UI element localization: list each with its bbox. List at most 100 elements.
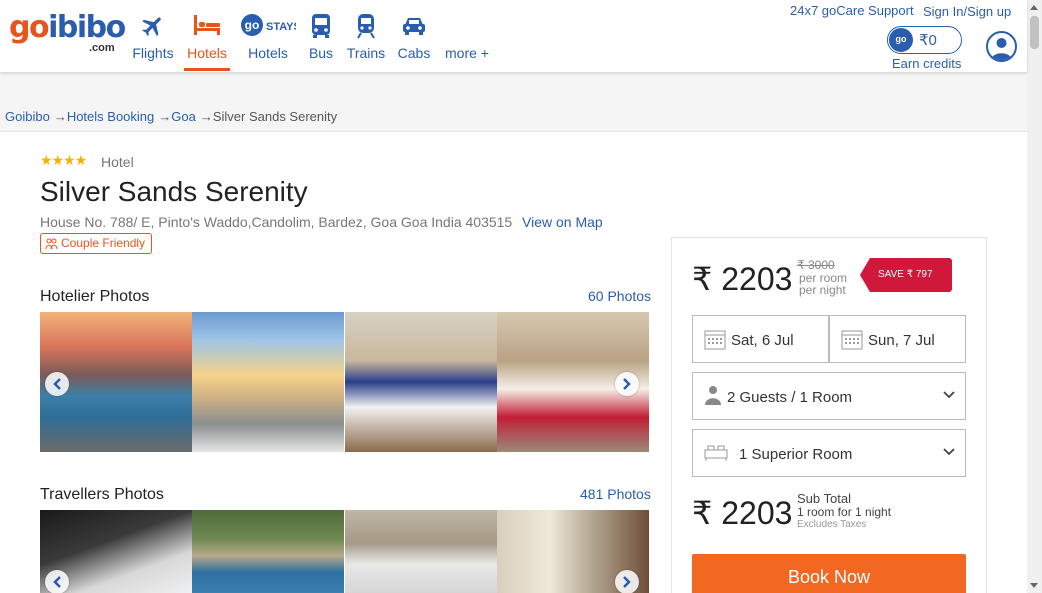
couple-friendly-label: Couple Friendly: [61, 236, 146, 250]
car-icon: [403, 18, 425, 35]
gostays-icon: go STAYS: [241, 14, 296, 36]
price-value: 2203: [721, 261, 793, 297]
hotelier-photo-carousel: [40, 312, 649, 452]
breadcrumb-goibibo[interactable]: Goibibo: [5, 109, 50, 124]
chevron-right-icon: [623, 576, 631, 588]
subtotal-value: 2203: [721, 495, 793, 531]
earn-credits-link[interactable]: Earn credits: [892, 56, 961, 71]
checkin-date-value: Sat, 6 Jul: [731, 332, 794, 349]
traveller-photos-count-link[interactable]: 481 Photos: [580, 486, 651, 502]
nav-more[interactable]: more +: [442, 13, 492, 71]
scroll-thumb[interactable]: [1030, 16, 1039, 49]
guests-rooms-value: 2 Guests / 1 Room: [727, 389, 853, 406]
checkout-date-value: Sun, 7 Jul: [868, 332, 935, 349]
calendar-icon: [841, 330, 863, 350]
guests-rooms-select[interactable]: 2 Guests / 1 Room: [692, 372, 966, 420]
logo-go-text: go: [9, 10, 50, 45]
nav-more-label: more +: [445, 45, 489, 61]
per-night-label: per night: [799, 283, 846, 297]
wallet-balance[interactable]: go ₹0: [887, 26, 962, 54]
currency-symbol: ₹: [692, 261, 713, 297]
room-type-value: 1 Superior Room: [739, 446, 853, 463]
book-now-button[interactable]: Book Now: [692, 554, 966, 593]
breadcrumb-arrow: →: [53, 109, 67, 124]
chevron-left-icon: [53, 576, 61, 588]
couple-icon: [45, 238, 58, 250]
goibibo-logo[interactable]: goibibo .com: [9, 10, 126, 55]
nav-cabs[interactable]: Cabs: [396, 13, 432, 71]
airplane-icon: [142, 17, 161, 36]
chevron-down-icon: [943, 391, 955, 399]
excludes-taxes-note: Excludes Taxes: [797, 519, 867, 530]
bus-icon: [312, 14, 330, 38]
room-type-select[interactable]: 1 Superior Room: [692, 429, 966, 477]
view-on-map-link[interactable]: View on Map: [522, 214, 603, 230]
logo-ibibo-text: ibibo: [48, 10, 126, 45]
couple-friendly-badge: Couple Friendly: [40, 233, 153, 254]
user-avatar-icon[interactable]: [986, 31, 1017, 62]
nav-bus-label: Bus: [308, 45, 334, 61]
site-header: goibibo .com Flights Hotels go STAYS Hot…: [0, 0, 1027, 73]
save-badge: SAVE ₹ 797: [860, 258, 952, 292]
room-bed-icon: [704, 445, 728, 461]
nav-gostays-label: Hotels: [248, 45, 288, 61]
nav-flights-label: Flights: [132, 45, 174, 61]
wallet-amount: ₹0: [919, 32, 937, 49]
nav-bus[interactable]: Bus: [306, 13, 336, 71]
photo-rooftop-terrace[interactable]: [192, 312, 344, 452]
traveller-photos-title: Travellers Photos: [40, 486, 164, 503]
photo-traveller-bathroom[interactable]: [345, 510, 497, 593]
traveller-photo-carousel: [40, 510, 649, 593]
calendar-icon: [704, 330, 726, 350]
signin-link[interactable]: Sign In/Sign up: [923, 4, 1011, 19]
breadcrumb-arrow: →: [199, 109, 213, 124]
photo-traveller-pool[interactable]: [192, 510, 344, 593]
nav-trains[interactable]: Trains: [346, 13, 386, 71]
star-rating: ★★★★: [40, 152, 87, 168]
logo-com-text: .com: [89, 42, 115, 54]
photo-blue-bedroom[interactable]: [345, 312, 497, 452]
chevron-right-icon: [623, 378, 631, 390]
hotelier-photos-count-link[interactable]: 60 Photos: [588, 288, 651, 304]
bed-icon: [194, 15, 220, 35]
person-icon: [705, 386, 721, 405]
breadcrumb: Goibibo →Hotels Booking →Goa →Silver Sands …: [5, 109, 337, 124]
hotelier-photos-title: Hotelier Photos: [40, 288, 150, 305]
nav-flights[interactable]: Flights: [132, 13, 174, 71]
chevron-left-icon: [53, 378, 61, 390]
nav-trains-label: Trains: [346, 45, 386, 61]
page-scrollbar[interactable]: [1027, 0, 1042, 593]
nav-gostays[interactable]: go STAYS Hotels: [240, 13, 296, 71]
breadcrumb-hotels-booking[interactable]: Hotels Booking: [67, 109, 154, 124]
breadcrumb-current: Silver Sands Serenity: [212, 109, 338, 124]
subtotal-detail: 1 room for 1 night: [797, 505, 892, 519]
hotel-type-label: Hotel: [101, 154, 134, 170]
nav-hotels[interactable]: Hotels: [184, 13, 230, 71]
booking-widget: ₹ 2203 ₹ 3000 per room per night SAVE ₹ …: [671, 237, 987, 593]
scroll-down-arrow-icon[interactable]: [1030, 583, 1038, 588]
hotel-name: Silver Sands Serenity: [40, 176, 308, 207]
svg-text:go: go: [245, 18, 260, 32]
svg-text:STAYS: STAYS: [266, 21, 296, 33]
checkout-date-field[interactable]: Sun, 7 Jul: [829, 315, 966, 363]
hotelier-carousel-next-button[interactable]: [615, 372, 639, 396]
gocash-icon: go: [889, 28, 913, 52]
breadcrumb-arrow: →: [158, 109, 172, 124]
checkin-date-field[interactable]: Sat, 6 Jul: [692, 315, 829, 363]
original-price: ₹ 3000: [797, 258, 835, 272]
hotelier-carousel-prev-button[interactable]: [45, 372, 69, 396]
traveller-carousel-prev-button[interactable]: [45, 570, 69, 593]
gocare-support-link[interactable]: 24x7 goCare Support: [790, 3, 914, 18]
scroll-up-arrow-icon[interactable]: [1030, 5, 1038, 10]
room-price: ₹ 2203: [692, 260, 792, 298]
train-icon: [357, 14, 375, 39]
nav-cabs-label: Cabs: [397, 45, 431, 61]
chevron-down-icon: [943, 448, 955, 456]
breadcrumb-goa[interactable]: Goa: [171, 109, 196, 124]
breadcrumb-band: Goibibo →Hotels Booking →Goa →Silver Sands …: [0, 73, 1027, 132]
currency-symbol: ₹: [692, 495, 713, 531]
subtotal-label: Sub Total: [797, 491, 851, 506]
hotel-address: House No. 788/ E, Pinto's Waddo,Candolim…: [40, 214, 513, 230]
traveller-carousel-next-button[interactable]: [615, 570, 639, 593]
nav-hotels-label: Hotels: [187, 45, 227, 61]
